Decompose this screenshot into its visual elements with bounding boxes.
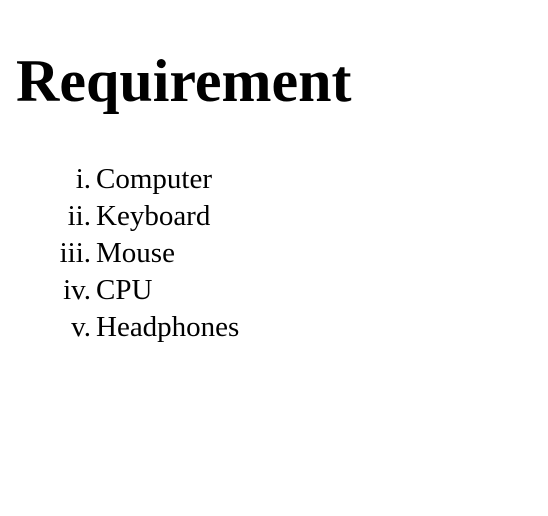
list-item: i. Computer: [0, 161, 239, 198]
list-marker: iii.: [59, 237, 91, 269]
list-marker: ii.: [67, 200, 91, 232]
list-item-label: Mouse: [96, 237, 175, 269]
list-item-label: Headphones: [96, 311, 240, 343]
list-marker: i.: [75, 163, 91, 195]
list-item-label: CPU: [96, 274, 153, 306]
list-item-label: Computer: [96, 163, 212, 195]
list-item: iv. CPU: [0, 272, 239, 309]
list-marker: v.: [71, 311, 91, 343]
requirement-list: i. Computer ii. Keyboard iii. Mouse iv. …: [0, 161, 240, 346]
page-title: Requirement: [16, 48, 352, 114]
list-item: ii. Keyboard: [0, 198, 239, 235]
list-item-label: Keyboard: [96, 200, 211, 232]
list-marker: iv.: [63, 274, 91, 306]
list-item: iii. Mouse: [0, 235, 239, 272]
list-item: v. Headphones: [0, 309, 239, 346]
